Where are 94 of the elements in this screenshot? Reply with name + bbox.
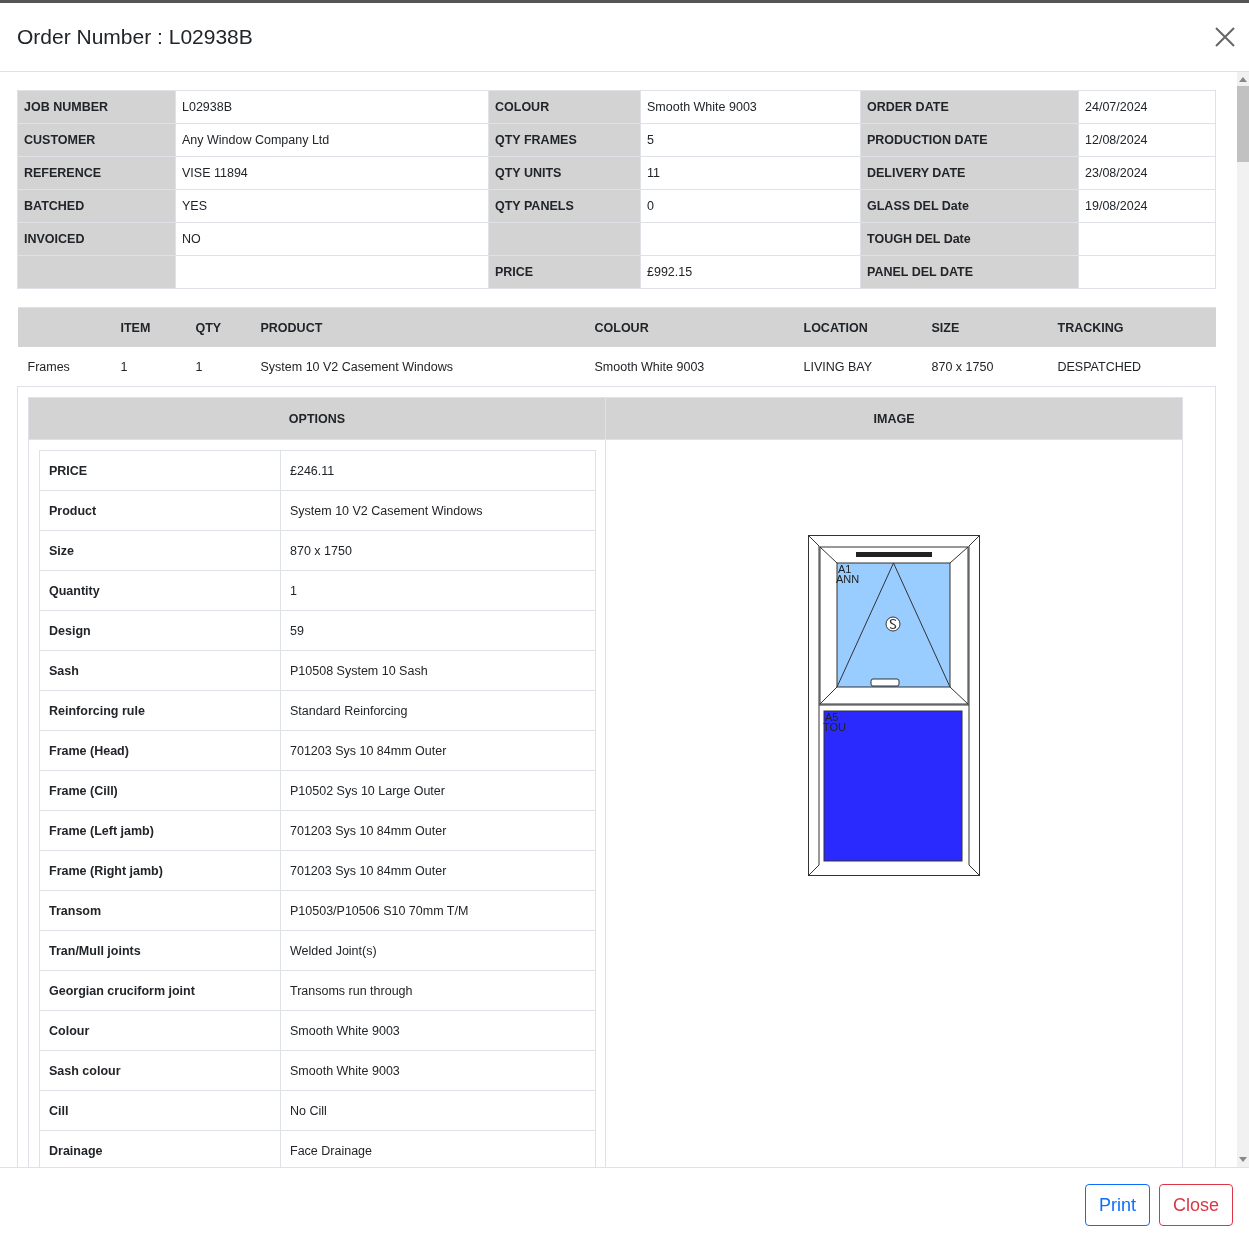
scrollbar[interactable] <box>1237 72 1249 1167</box>
column-header: IMAGE <box>605 397 1183 440</box>
field-value: 5 <box>640 123 861 157</box>
field-value: 0 <box>640 189 861 223</box>
scrollbar-thumb[interactable] <box>1237 86 1249 162</box>
field-value: £992.15 <box>640 255 861 289</box>
field-label: CUSTOMER <box>17 123 176 157</box>
option-label: Frame (Cill) <box>39 770 281 811</box>
field-label: REFERENCE <box>17 156 176 190</box>
glass-label: ANN <box>836 573 860 585</box>
option-label: Size <box>39 530 281 571</box>
table-cell: System 10 V2 Casement Windows <box>260 347 595 387</box>
option-label: Quantity <box>39 570 281 611</box>
field-value: NO <box>175 222 489 256</box>
option-label: Cill <box>39 1090 281 1131</box>
table-cell: 1 <box>195 347 261 387</box>
field-label: QTY FRAMES <box>488 123 641 157</box>
field-value: YES <box>175 189 489 223</box>
field-label: PRICE <box>488 255 641 289</box>
option-label: Tran/Mull joints <box>39 930 281 971</box>
table-cell: LIVING BAY <box>803 347 932 387</box>
option-value: Welded Joint(s) <box>280 930 596 971</box>
print-button[interactable]: Print <box>1084 1184 1150 1226</box>
option-value: P10503/P10506 S10 70mm T/M <box>280 890 596 931</box>
field-value: L02938B <box>175 90 489 124</box>
option-value: 701203 Sys 10 84mm Outer <box>280 730 596 771</box>
table-cell: 870 x 1750 <box>931 347 1058 387</box>
field-value: Smooth White 9003 <box>640 90 861 124</box>
column-header: QTY <box>195 307 261 347</box>
option-label: Drainage <box>39 1130 281 1167</box>
option-value: Smooth White 9003 <box>280 1050 596 1091</box>
field-label: TOUGH DEL Date <box>860 222 1079 256</box>
option-value: P10502 Sys 10 Large Outer <box>280 770 596 811</box>
option-value: 1 <box>280 570 596 611</box>
table-cell: Smooth White 9003 <box>594 347 804 387</box>
option-value: Smooth White 9003 <box>280 1010 596 1051</box>
column-header: OPTIONS <box>28 397 606 440</box>
field-label: ORDER DATE <box>860 90 1079 124</box>
column-header: ITEM <box>120 307 196 347</box>
field-label: QTY UNITS <box>488 156 641 190</box>
option-label: Transom <box>39 890 281 931</box>
field-label: PRODUCTION DATE <box>860 123 1079 157</box>
option-value: System 10 V2 Casement Windows <box>280 490 596 531</box>
column-header: TRACKING <box>1057 307 1216 347</box>
option-label: Product <box>39 490 281 531</box>
close-button[interactable]: Close <box>1158 1184 1233 1226</box>
field-label: PANEL DEL DATE <box>860 255 1079 289</box>
option-value: 870 x 1750 <box>280 530 596 571</box>
option-value: £246.11 <box>280 450 596 491</box>
column-header: LOCATION <box>803 307 932 347</box>
column-header: SIZE <box>931 307 1058 347</box>
field-label: DELIVERY DATE <box>860 156 1079 190</box>
option-label: PRICE <box>39 450 281 491</box>
scroll-down-icon[interactable] <box>1239 1157 1247 1163</box>
option-value: No Cill <box>280 1090 596 1131</box>
field-value: 12/08/2024 <box>1078 123 1216 157</box>
option-label: Reinforcing rule <box>39 690 281 731</box>
field-value: 24/07/2024 <box>1078 90 1216 124</box>
option-label: Frame (Left jamb) <box>39 810 281 851</box>
field-label: INVOICED <box>17 222 176 256</box>
field-label: JOB NUMBER <box>17 90 176 124</box>
field-label: COLOUR <box>488 90 641 124</box>
option-label: Design <box>39 610 281 651</box>
scroll-up-icon[interactable] <box>1239 76 1247 82</box>
option-value: P10508 System 10 Sash <box>280 650 596 691</box>
field-value: Any Window Company Ltd <box>175 123 489 157</box>
option-value: 701203 Sys 10 84mm Outer <box>280 850 596 891</box>
option-value: 701203 Sys 10 84mm Outer <box>280 810 596 851</box>
close-icon[interactable] <box>1215 27 1235 47</box>
field-label: GLASS DEL Date <box>860 189 1079 223</box>
column-header: COLOUR <box>594 307 804 347</box>
option-label: Georgian cruciform joint <box>39 970 281 1011</box>
option-label: Frame (Right jamb) <box>39 850 281 891</box>
field-label: BATCHED <box>17 189 176 223</box>
dialog-title: Order Number : L02938B <box>17 25 253 49</box>
table-cell: DESPATCHED <box>1057 347 1216 387</box>
option-label: Frame (Head) <box>39 730 281 771</box>
pane-label: A5 <box>825 711 839 723</box>
option-label: Sash colour <box>39 1050 281 1091</box>
pane-label: A1 <box>838 563 852 575</box>
option-value: Transoms run through <box>280 970 596 1011</box>
field-value: 23/08/2024 <box>1078 156 1216 190</box>
table-cell: Frames <box>17 347 121 387</box>
table-cell: 1 <box>120 347 196 387</box>
field-label: QTY PANELS <box>488 189 641 223</box>
option-label: Colour <box>39 1010 281 1051</box>
column-header: PRODUCT <box>260 307 595 347</box>
option-value: 59 <box>280 610 596 651</box>
field-value: 19/08/2024 <box>1078 189 1216 223</box>
field-value: 11 <box>640 156 861 190</box>
option-value: Standard Reinforcing <box>280 690 596 731</box>
option-label: Sash <box>39 650 281 691</box>
glass-label: TOU <box>823 721 847 733</box>
field-value: VISE 11894 <box>175 156 489 190</box>
